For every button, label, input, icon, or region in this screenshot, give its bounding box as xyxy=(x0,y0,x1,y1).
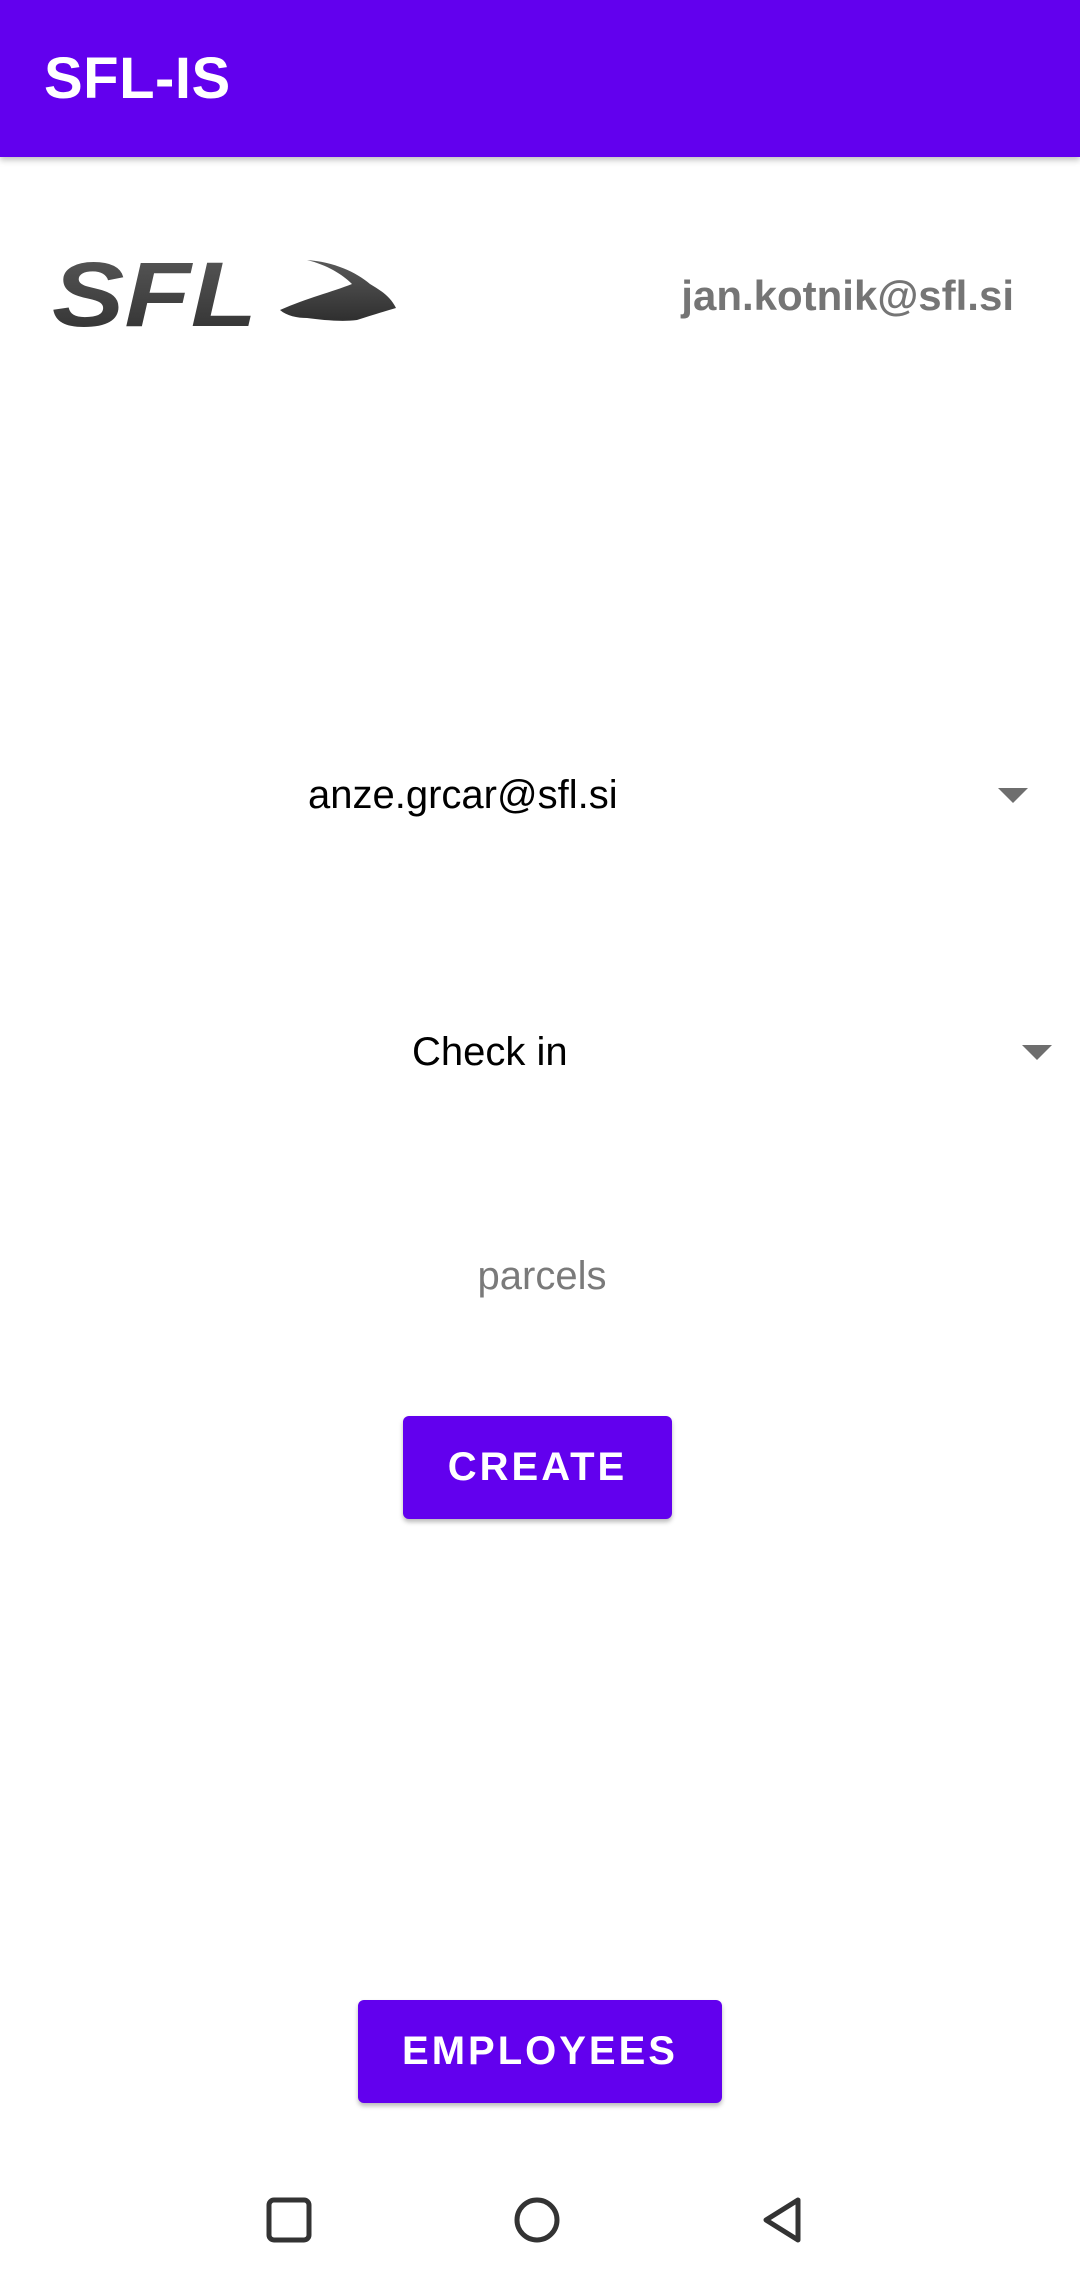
create-button[interactable]: CREATE xyxy=(403,1416,672,1519)
dropdown-arrow-icon xyxy=(1022,1045,1052,1060)
square-icon[interactable] xyxy=(259,2190,319,2250)
circle-icon[interactable] xyxy=(507,2190,567,2250)
employee-select[interactable]: anze.grcar@sfl.si xyxy=(240,755,1040,835)
svg-text:SFL: SFL xyxy=(52,250,257,335)
dropdown-arrow-icon xyxy=(998,788,1028,803)
employee-select-value: anze.grcar@sfl.si xyxy=(308,773,618,817)
action-select[interactable]: Check in xyxy=(380,1012,1060,1092)
triangle-back-icon[interactable] xyxy=(754,2190,814,2250)
app-bar: SFL-IS xyxy=(0,0,1080,157)
system-nav-bar xyxy=(0,2160,1080,2287)
logged-in-user-email: jan.kotnik@sfl.si xyxy=(681,272,1014,319)
app-title: SFL-IS xyxy=(44,46,231,111)
employees-button[interactable]: EMPLOYEES xyxy=(358,2000,722,2103)
logo-wordmark: SFL xyxy=(52,250,257,335)
action-select-value: Check in xyxy=(412,1030,568,1074)
sfl-logo: SFL xyxy=(52,250,396,335)
parcels-input[interactable] xyxy=(340,1240,744,1312)
swift-bird-icon xyxy=(280,260,396,321)
